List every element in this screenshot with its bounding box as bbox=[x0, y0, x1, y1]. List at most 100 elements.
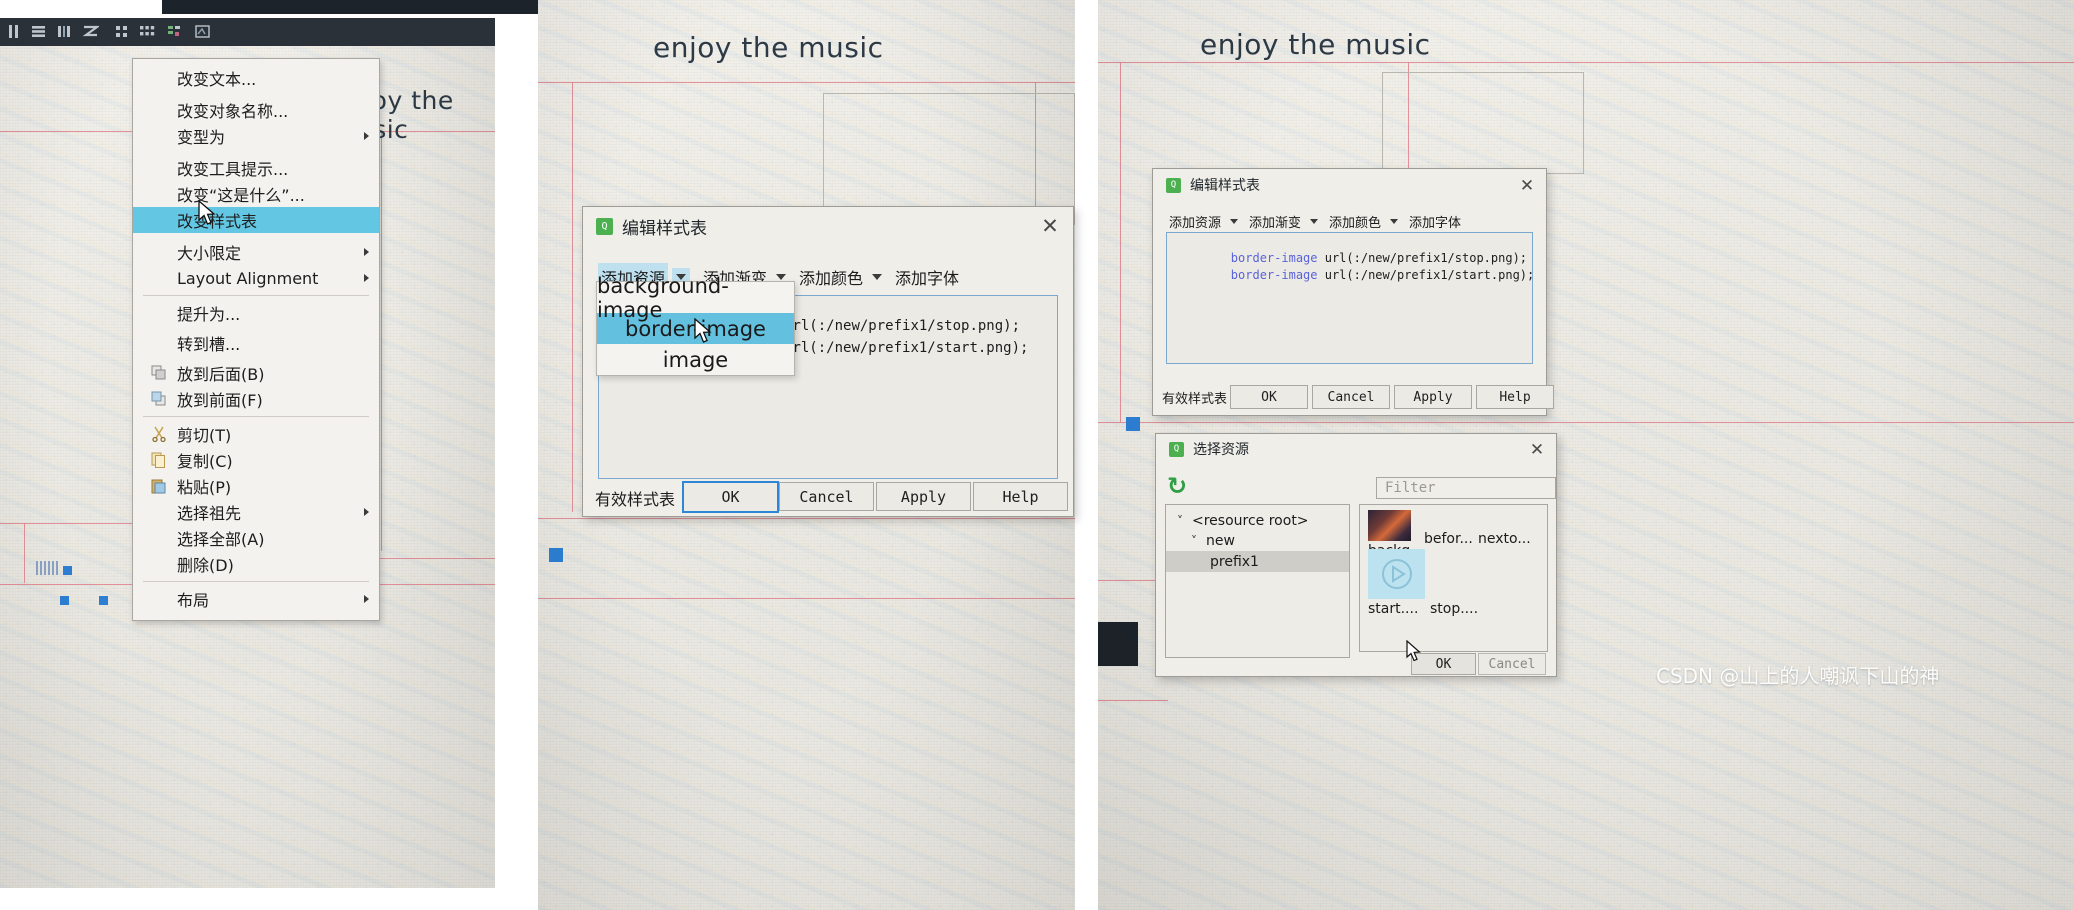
ok-button[interactable]: OK bbox=[1230, 385, 1308, 409]
designer-toolbar[interactable] bbox=[0, 18, 495, 46]
ok-button[interactable]: OK bbox=[682, 481, 779, 513]
chevron-down-icon[interactable] bbox=[1310, 219, 1319, 224]
menu-item[interactable]: 提升为... bbox=[133, 300, 379, 326]
selection-handle[interactable] bbox=[60, 596, 69, 605]
canvas-title: enjoy the music bbox=[1200, 28, 1431, 61]
tree-item-new[interactable]: ˅ new bbox=[1166, 531, 1349, 551]
filter-input[interactable]: Filter bbox=[1376, 477, 1556, 499]
close-icon[interactable]: ✕ bbox=[1516, 175, 1538, 197]
menu-item[interactable]: 改变“这是什么”... bbox=[133, 181, 379, 207]
layout-grid-icon[interactable] bbox=[139, 23, 156, 40]
menu-item[interactable]: Layout Alignment bbox=[133, 265, 379, 291]
context-menu[interactable]: 改变文本... 改变对象名称... 变型为 改变工具提示... 改变“这是什么”… bbox=[132, 58, 380, 621]
menu-item[interactable]: 选择祖先 bbox=[133, 499, 379, 525]
menu-item-label: 选择祖先 bbox=[177, 504, 242, 523]
chevron-down-icon[interactable] bbox=[1230, 219, 1239, 224]
menu-item-change-stylesheet[interactable]: 改变样式表 bbox=[133, 207, 379, 233]
guide-line bbox=[538, 598, 1075, 599]
selection-handle[interactable] bbox=[549, 548, 563, 562]
apply-button[interactable]: Apply bbox=[876, 482, 971, 511]
menu-item[interactable]: 删除(D) bbox=[133, 551, 379, 577]
close-icon[interactable]: ✕ bbox=[1526, 439, 1548, 461]
submenu-arrow-icon bbox=[364, 508, 369, 516]
menu-item[interactable]: 剪切(T) bbox=[133, 421, 379, 447]
add-font-button[interactable]: 添加字体 bbox=[1406, 210, 1464, 233]
slider-widget[interactable] bbox=[36, 561, 58, 575]
dropdown-option-background-image[interactable]: background-image bbox=[597, 274, 794, 322]
resource-tree[interactable]: ˅ <resource root> ˅ new prefix1 bbox=[1165, 504, 1350, 658]
selection-handle[interactable] bbox=[99, 596, 108, 605]
taskbar-strip bbox=[1098, 622, 1138, 666]
tree-item-resource-root[interactable]: ˅ <resource root> bbox=[1166, 511, 1349, 531]
selection-handle[interactable] bbox=[1126, 417, 1140, 431]
break-layout-icon[interactable] bbox=[6, 23, 23, 40]
resource-item-label: befor... bbox=[1424, 531, 1473, 547]
send-to-back-icon bbox=[151, 365, 167, 381]
menu-item[interactable]: 大小限定 bbox=[133, 239, 379, 265]
ok-button[interactable]: OK bbox=[1411, 653, 1476, 675]
chevron-down-icon[interactable] bbox=[1390, 219, 1399, 224]
layout-splitter-icon[interactable] bbox=[82, 23, 101, 40]
add-resource-button[interactable]: 添加资源 bbox=[1166, 210, 1224, 233]
cancel-button[interactable]: Cancel bbox=[1312, 385, 1390, 409]
cancel-button[interactable]: Cancel bbox=[1478, 653, 1546, 675]
resource-file-list[interactable]: backg... befor... nexto... start.... sto… bbox=[1359, 504, 1548, 652]
copy-icon bbox=[151, 452, 167, 468]
dialog-titlebar: Q 选择资源 bbox=[1156, 434, 1556, 464]
menu-item[interactable]: 放到后面(B) bbox=[133, 360, 379, 386]
css-value: url(:/new/prefix1/start.png); bbox=[1317, 268, 1535, 282]
dropdown-option-border-image[interactable]: border-image bbox=[597, 313, 794, 344]
menu-separator bbox=[143, 581, 369, 582]
menu-item[interactable]: 放到前面(F) bbox=[133, 386, 379, 412]
chevron-down-icon[interactable]: ˅ bbox=[1174, 514, 1186, 528]
chevron-down-icon[interactable] bbox=[872, 274, 883, 280]
stylesheet-text-area[interactable]: border-image url(:/new/prefix1/stop.png)… bbox=[1166, 232, 1535, 364]
chevron-down-icon[interactable]: ˅ bbox=[1188, 534, 1200, 548]
close-icon[interactable]: ✕ bbox=[1039, 215, 1061, 237]
guide-line bbox=[381, 131, 382, 551]
tree-item-prefix1[interactable]: prefix1 bbox=[1166, 551, 1349, 572]
add-gradient-button[interactable]: 添加渐变 bbox=[1246, 210, 1304, 233]
menu-item-label: 改变对象名称... bbox=[177, 102, 289, 121]
menu-item[interactable]: 改变文本... bbox=[133, 65, 379, 91]
adjust-size-icon[interactable] bbox=[166, 23, 183, 40]
add-font-button[interactable]: 添加字体 bbox=[892, 263, 962, 291]
menu-item[interactable]: 改变工具提示... bbox=[133, 155, 379, 181]
apply-button[interactable]: Apply bbox=[1394, 385, 1472, 409]
menu-item[interactable]: 变型为 bbox=[133, 123, 379, 149]
menu-item[interactable]: 布局 bbox=[133, 586, 379, 612]
tree-item-label: prefix1 bbox=[1210, 553, 1259, 570]
add-color-button[interactable]: 添加颜色 bbox=[796, 263, 866, 291]
resource-item-nexto[interactable]: nexto... bbox=[1478, 529, 1531, 547]
resource-item-start[interactable]: start.... bbox=[1368, 549, 1425, 617]
guide-line bbox=[1098, 62, 2074, 63]
add-resource-label: 添加资源 bbox=[1169, 216, 1222, 231]
resource-item-stop[interactable]: stop.... bbox=[1430, 599, 1478, 617]
layout-horizontal-icon[interactable] bbox=[56, 23, 73, 40]
layout-form-icon[interactable] bbox=[113, 23, 130, 40]
buddy-edit-icon[interactable] bbox=[194, 23, 211, 40]
selection-handle[interactable] bbox=[63, 566, 72, 575]
dialog-titlebar: Q 编辑样式表 bbox=[583, 207, 1073, 245]
cancel-button[interactable]: Cancel bbox=[779, 482, 874, 511]
menu-item-label: 选择全部(A) bbox=[177, 530, 265, 549]
menu-item[interactable]: 转到槽... bbox=[133, 330, 379, 356]
dialog-title: 选择资源 bbox=[1193, 442, 1249, 458]
dropdown-option-image[interactable]: image bbox=[597, 344, 794, 375]
help-button[interactable]: Help bbox=[973, 482, 1068, 511]
help-button[interactable]: Help bbox=[1476, 385, 1554, 409]
add-color-button[interactable]: 添加颜色 bbox=[1326, 210, 1384, 233]
add-resource-dropdown[interactable]: background-image border-image image bbox=[596, 274, 795, 376]
menu-item[interactable]: 复制(C) bbox=[133, 447, 379, 473]
menu-item[interactable]: 选择全部(A) bbox=[133, 525, 379, 551]
layout-vertical-icon[interactable] bbox=[30, 23, 47, 40]
select-resource-dialog: Q 选择资源 ✕ ↻ Filter ˅ <resource root> ˅ ne… bbox=[1155, 433, 1557, 677]
refresh-icon[interactable]: ↻ bbox=[1167, 472, 1187, 500]
menu-item-label: 剪切(T) bbox=[177, 426, 232, 445]
menu-item-label: 大小限定 bbox=[177, 244, 242, 263]
menu-item[interactable]: 粘贴(P) bbox=[133, 473, 379, 499]
resource-item-before[interactable]: befor... bbox=[1424, 529, 1473, 547]
menu-item[interactable]: 改变对象名称... bbox=[133, 97, 379, 123]
menu-item-label: 放到前面(F) bbox=[177, 391, 263, 410]
menu-separator bbox=[143, 295, 369, 296]
